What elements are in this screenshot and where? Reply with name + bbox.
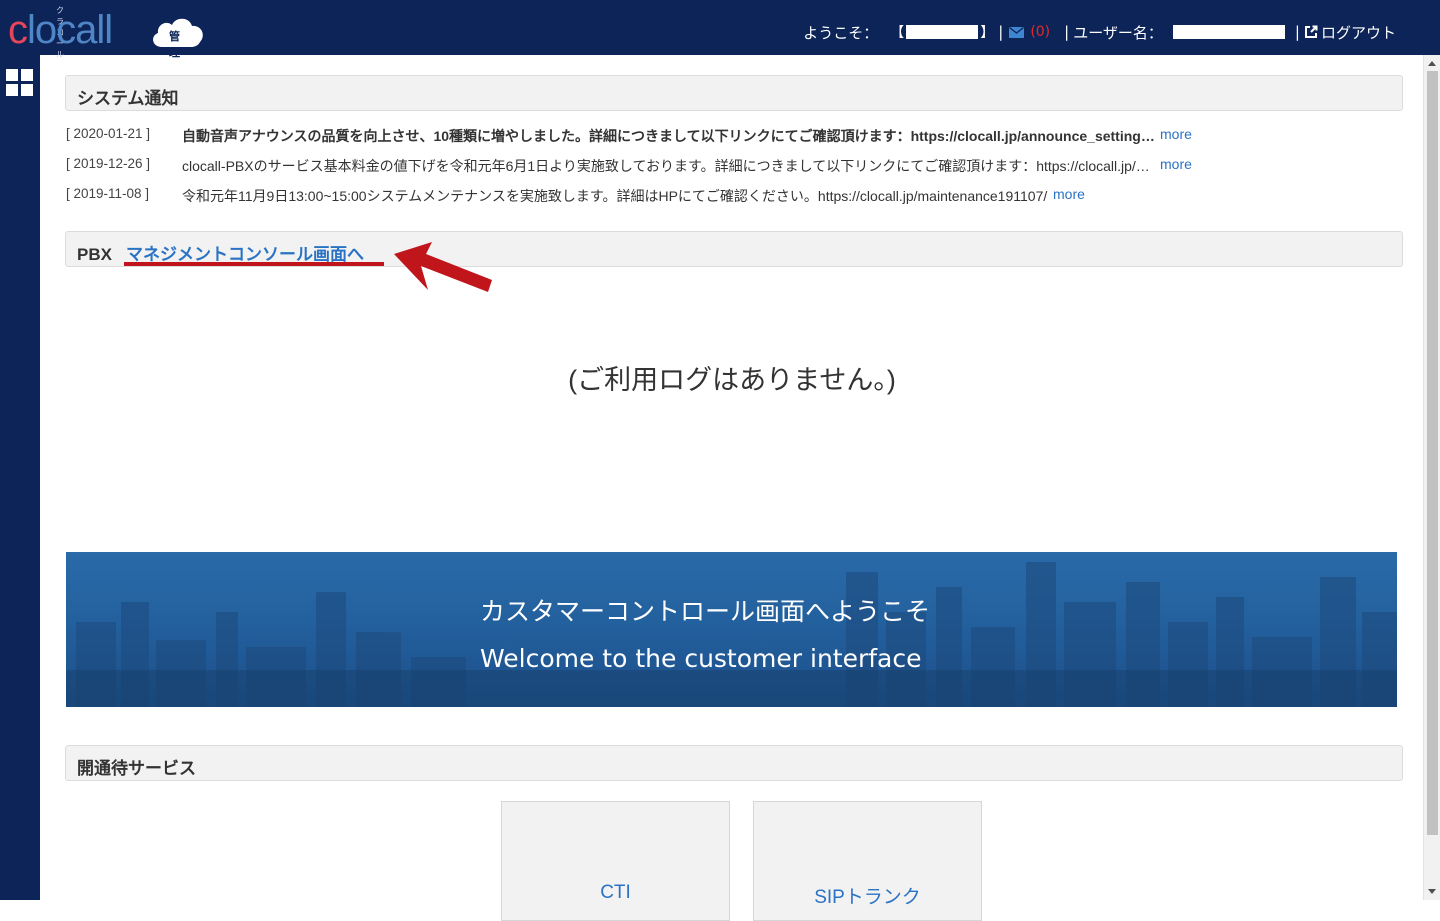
welcome-banner: カスタマーコントロール画面へようこそ Welcome to the custom… [66,552,1397,707]
logo-wordmark: clocall [8,8,113,52]
menu-grid-icon[interactable] [6,69,33,96]
notice-text: clocall-PBXのサービス基本料金の値下げを令和元年6月1日より実施致して… [182,158,1150,174]
pending-services-header: 開通待サービス [65,745,1403,781]
scroll-up-icon[interactable] [1428,61,1436,66]
notice-item: [ 2019-12-26 ] clocall-PBXのサービス基本料金の値下げを… [66,156,1226,186]
system-notice-header: システム通知 [65,75,1403,111]
service-card-sip-trunk[interactable]: SIPトランク [753,801,982,921]
bracket-close: 】 [980,25,995,41]
notice-list: [ 2020-01-21 ] 自動音声アナウンスの品質を向上させ、10種類に増や… [66,126,1226,216]
bracket-open: 【 [890,25,905,41]
left-sidebar [0,55,40,900]
banner-text: カスタマーコントロール画面へようこそ Welcome to the custom… [480,588,930,682]
notice-more-link[interactable]: more [1160,156,1192,172]
notice-more-link[interactable]: more [1160,126,1192,142]
scroll-down-icon[interactable] [1428,889,1436,894]
vertical-scrollbar[interactable] [1423,55,1440,900]
header-user-area: ようこそ： 【 】 | (0) | ユーザー名： | ログアウト [803,20,1396,44]
notice-date: [ 2020-01-21 ] [66,126,151,141]
no-log-message: (ご利用ログはありません。) [568,365,896,395]
logout-link[interactable]: ログアウト [1321,22,1396,43]
welcome-label: ようこそ： [803,23,879,42]
notice-more-link[interactable]: more [1053,186,1085,202]
pending-services-title: 開通待サービス [77,759,196,778]
admin-badge: 管理 [169,30,180,59]
logout-icon[interactable] [1304,25,1318,39]
separator: | [1294,23,1300,41]
notice-text: 令和元年11月9日13:00~15:00システムメンテナンスを実施致します。詳細… [182,188,1048,204]
annotation-arrow-icon [394,242,492,292]
service-card-cti[interactable]: CTI [501,801,730,921]
mail-icon[interactable] [1009,26,1025,38]
notice-item: [ 2019-11-08 ] 令和元年11月9日13:00~15:00システムメ… [66,186,1226,216]
notice-item: [ 2020-01-21 ] 自動音声アナウンスの品質を向上させ、10種類に増や… [66,126,1226,156]
notice-text: 自動音声アナウンスの品質を向上させ、10種類に増やしました。詳細につきまして以下… [182,128,1155,144]
notice-date: [ 2019-11-08 ] [66,186,150,201]
service-card-label: SIPトランク [814,887,921,908]
mail-count[interactable]: (0) [1030,24,1050,40]
separator: | [1064,23,1070,41]
top-header: クラコール clocall 管理 ようこそ： 【 】 | (0) | ユーザー名… [0,0,1440,59]
scrollbar-thumb[interactable] [1427,71,1438,835]
redacted-company-name [906,25,979,39]
banner-title-en: Welcome to the customer interface [480,644,922,673]
annotation-underline [124,262,384,266]
banner-title-ja: カスタマーコントロール画面へようこそ [480,597,931,626]
separator: | [998,23,1004,41]
username-label: ユーザー名： [1073,23,1163,42]
system-notice-title: システム通知 [77,89,179,108]
notice-date: [ 2019-12-26 ] [66,156,151,171]
pbx-title: PBX [77,245,112,264]
redacted-username [1172,25,1285,39]
